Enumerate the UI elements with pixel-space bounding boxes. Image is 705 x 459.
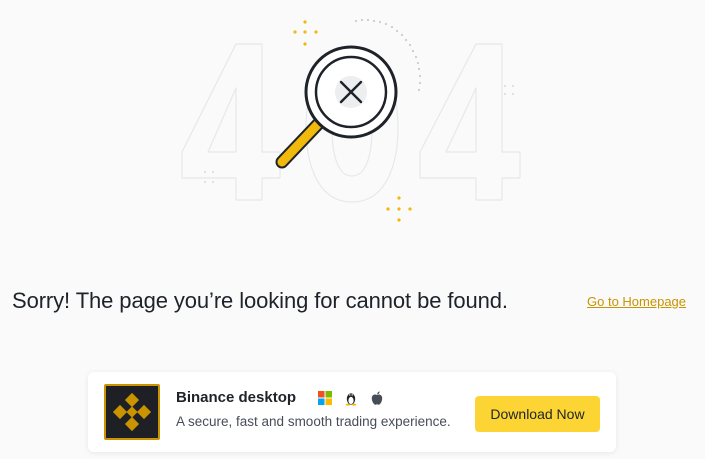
message-row: Sorry! The page you’re looking for canno… bbox=[0, 285, 705, 317]
error-message: Sorry! The page you’re looking for canno… bbox=[12, 288, 508, 313]
404-illustration bbox=[181, 18, 521, 222]
desktop-app-promo-card: Binance desktop A secure, fast and smoot… bbox=[88, 372, 616, 452]
go-to-homepage-link[interactable]: Go to Homepage bbox=[587, 293, 686, 311]
magnifier-icon bbox=[304, 45, 398, 139]
apple-icon bbox=[369, 390, 385, 406]
windows-icon bbox=[317, 390, 333, 406]
app-title: Binance desktop bbox=[176, 389, 297, 406]
binance-logo bbox=[104, 384, 160, 440]
linux-icon bbox=[343, 390, 359, 406]
download-now-button[interactable]: Download Now bbox=[475, 396, 600, 432]
platform-icons bbox=[317, 390, 385, 406]
app-description: A secure, fast and smooth trading experi… bbox=[176, 414, 451, 429]
